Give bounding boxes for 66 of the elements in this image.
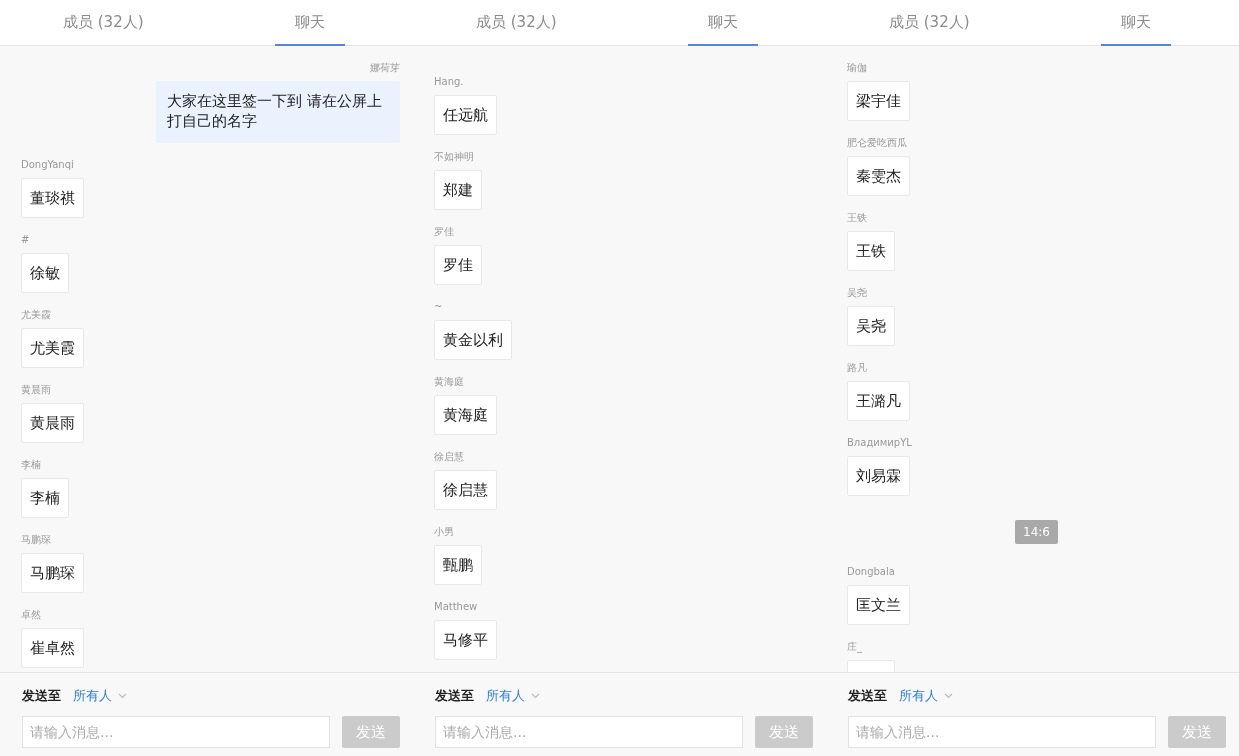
message-bubble: 甄鹏 [434,545,482,585]
recipient-dropdown[interactable]: 所有人 [899,687,953,705]
message-bubble: 大家在这里签一下到 请在公屏上打自己的名字 [156,81,400,143]
message-input[interactable]: 请输入消息... [848,716,1156,748]
tab[interactable]: 成员 (32人) [826,0,1033,45]
sender-name: 路凡 [847,362,867,374]
tab[interactable]: 成员 (32人) [413,0,620,45]
message-bubble: 郑建 [434,170,482,210]
message-bubble: 秦雯杰 [847,156,910,196]
timestamp: 14:6 [1015,520,1058,544]
sender-name: 小男 [434,526,454,538]
message-bubble: 李楠 [21,478,69,518]
send-to-label: 发送至 [435,687,474,705]
sender-name: ВладимирYL [847,437,912,449]
message-bubble: 徐敏 [21,253,69,293]
message-bubble: 吴尧 [847,306,895,346]
send-to-label: 发送至 [848,687,887,705]
sender-name: 王铁 [847,212,867,224]
message-input[interactable]: 请输入消息... [22,716,330,748]
sender-name: 瑜伽 [847,62,867,74]
sender-name: 肥仑爱吃西瓜 [847,137,907,149]
tab[interactable]: 成员 (32人) [0,0,207,45]
sender-name: 尤美霞 [21,309,51,321]
message-bubble: 董琰祺 [21,178,84,218]
chevron-down-icon [944,693,953,699]
message-bubble: 刘易霖 [847,456,910,496]
message-bubble: 黄海庭 [434,395,497,435]
message-bubble: 徐启慧 [434,470,497,510]
send-to-label: 发送至 [22,687,61,705]
message-bubble: 匡文兰 [847,585,910,625]
message-bubble: 罗佳 [434,245,482,285]
sender-name: 不如神明 [434,151,474,163]
message-bubble: 梁宇佳 [847,81,910,121]
sender-name: 庄_ [847,641,862,653]
chevron-down-icon [118,693,127,699]
sender-name: 娜荷芽 [370,62,400,74]
message-input[interactable]: 请输入消息... [435,716,743,748]
sender-name: Hang. [434,76,464,88]
sender-name: 卓然 [21,609,41,621]
sender-name: ~ [434,301,443,313]
sender-name: 李楠 [21,459,41,471]
sender-name: # [21,234,30,246]
recipient-dropdown[interactable]: 所有人 [73,687,127,705]
message-bubble: 尤美霞 [21,328,84,368]
recipient-dropdown[interactable]: 所有人 [486,687,540,705]
message-bubble: 王铁 [847,231,895,271]
sender-name: 黄晨雨 [21,384,51,396]
sender-name: 马鹏琛 [21,534,51,546]
sender-name: Matthew [434,601,478,613]
sender-name: 罗佳 [434,226,454,238]
message-bubble: 马修平 [434,620,497,660]
sender-name: Dongbala [847,566,895,578]
message-bubble: 任远航 [434,95,497,135]
message-bubble: 黄晨雨 [21,403,84,443]
sender-name: DongYanqi [21,159,74,171]
tab[interactable]: 聊天 [1032,0,1239,45]
message-bubble: 崔卓然 [21,628,84,668]
chevron-down-icon [531,693,540,699]
sender-name: 黄海庭 [434,376,464,388]
message-bubble: 马鹏琛 [21,553,84,593]
sender-name: 徐启慧 [434,451,464,463]
message-bubble: 黄金以利 [434,320,512,360]
message-bubble: 王潞凡 [847,381,910,421]
tab[interactable]: 聊天 [206,0,413,45]
sender-name: 吴尧 [847,287,867,299]
tab[interactable]: 聊天 [619,0,826,45]
